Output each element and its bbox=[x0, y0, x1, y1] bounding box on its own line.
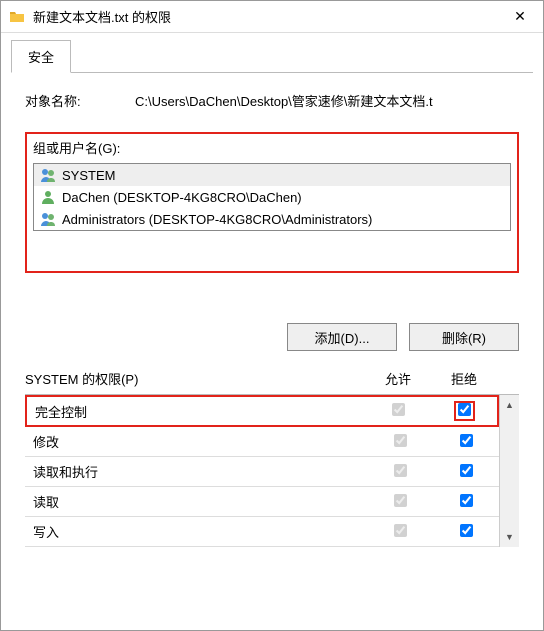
deny-checkbox[interactable] bbox=[460, 434, 473, 447]
object-label: 对象名称: bbox=[25, 91, 135, 110]
tab-strip: 安全 bbox=[11, 39, 533, 73]
allow-checkbox[interactable] bbox=[394, 434, 407, 447]
allow-cell bbox=[367, 524, 433, 540]
user-icon bbox=[40, 189, 56, 205]
permissions-table: 完全控制修改读取和执行读取写入 ▲ ▼ bbox=[25, 394, 519, 547]
principal-label: Administrators (DESKTOP-4KG8CRO\Administ… bbox=[62, 212, 372, 227]
deny-cell bbox=[433, 464, 499, 480]
allow-checkbox[interactable] bbox=[394, 464, 407, 477]
deny-cell bbox=[433, 434, 499, 450]
close-icon: ✕ bbox=[514, 8, 526, 25]
principal-label: SYSTEM bbox=[62, 168, 115, 183]
allow-cell bbox=[365, 403, 431, 419]
group-or-users-section: 组或用户名(G): SYSTEM DaChen (DESKTOP-4KG8CRO… bbox=[25, 132, 519, 273]
principal-buttons: 添加(D)... 删除(R) bbox=[25, 323, 519, 351]
deny-cell bbox=[431, 401, 497, 421]
close-button[interactable]: ✕ bbox=[497, 1, 543, 32]
permissions-header: SYSTEM 的权限(P) 允许 拒绝 bbox=[25, 369, 519, 388]
permissions-scrollbar[interactable]: ▲ ▼ bbox=[499, 395, 519, 547]
allow-cell bbox=[367, 464, 433, 480]
allow-cell bbox=[367, 434, 433, 450]
principals-list[interactable]: SYSTEM DaChen (DESKTOP-4KG8CRO\DaChen) A… bbox=[33, 163, 511, 231]
col-allow: 允许 bbox=[365, 369, 431, 388]
window-title: 新建文本文档.txt 的权限 bbox=[33, 7, 497, 26]
allow-checkbox[interactable] bbox=[394, 494, 407, 507]
principals-highlight: 组或用户名(G): SYSTEM DaChen (DESKTOP-4KG8CRO… bbox=[25, 132, 519, 273]
permission-row: 写入 bbox=[25, 517, 499, 547]
titlebar: 新建文本文档.txt 的权限 ✕ bbox=[1, 1, 543, 33]
object-row: 对象名称: C:\Users\DaChen\Desktop\管家速修\新建文本文… bbox=[25, 91, 519, 110]
permission-label: 写入 bbox=[33, 522, 367, 541]
principal-administrators[interactable]: Administrators (DESKTOP-4KG8CRO\Administ… bbox=[34, 208, 510, 230]
permission-label: 修改 bbox=[33, 432, 367, 451]
principal-label: DaChen (DESKTOP-4KG8CRO\DaChen) bbox=[62, 190, 302, 205]
col-deny: 拒绝 bbox=[431, 369, 497, 388]
allow-cell bbox=[367, 494, 433, 510]
allow-checkbox[interactable] bbox=[392, 403, 405, 416]
permission-row: 完全控制 bbox=[25, 395, 499, 427]
permission-row: 读取 bbox=[25, 487, 499, 517]
permission-label: 读取 bbox=[33, 492, 367, 511]
permission-label: 读取和执行 bbox=[33, 462, 367, 481]
deny-checkbox[interactable] bbox=[460, 464, 473, 477]
object-path: C:\Users\DaChen\Desktop\管家速修\新建文本文档.t bbox=[135, 91, 519, 110]
deny-checkbox[interactable] bbox=[460, 524, 473, 537]
scroll-down-icon[interactable]: ▼ bbox=[500, 527, 519, 547]
deny-cell bbox=[433, 494, 499, 510]
principal-dachen[interactable]: DaChen (DESKTOP-4KG8CRO\DaChen) bbox=[34, 186, 510, 208]
content-area: 对象名称: C:\Users\DaChen\Desktop\管家速修\新建文本文… bbox=[1, 73, 543, 557]
remove-button[interactable]: 删除(R) bbox=[409, 323, 519, 351]
group-label: 组或用户名(G): bbox=[33, 138, 511, 157]
permission-row: 读取和执行 bbox=[25, 457, 499, 487]
group-icon bbox=[40, 211, 56, 227]
principal-system[interactable]: SYSTEM bbox=[34, 164, 510, 186]
folder-icon bbox=[9, 9, 25, 25]
deny-checkbox[interactable] bbox=[460, 494, 473, 507]
deny-highlight bbox=[454, 401, 475, 421]
permissions-title: SYSTEM 的权限(P) bbox=[25, 369, 365, 388]
add-button[interactable]: 添加(D)... bbox=[287, 323, 397, 351]
deny-checkbox[interactable] bbox=[458, 403, 471, 416]
permission-row: 修改 bbox=[25, 427, 499, 457]
scroll-up-icon[interactable]: ▲ bbox=[500, 395, 519, 415]
tab-security[interactable]: 安全 bbox=[11, 40, 71, 73]
scroll-track[interactable] bbox=[500, 415, 519, 527]
deny-cell bbox=[433, 524, 499, 540]
permission-label: 完全控制 bbox=[35, 402, 365, 421]
group-icon bbox=[40, 167, 56, 183]
allow-checkbox[interactable] bbox=[394, 524, 407, 537]
